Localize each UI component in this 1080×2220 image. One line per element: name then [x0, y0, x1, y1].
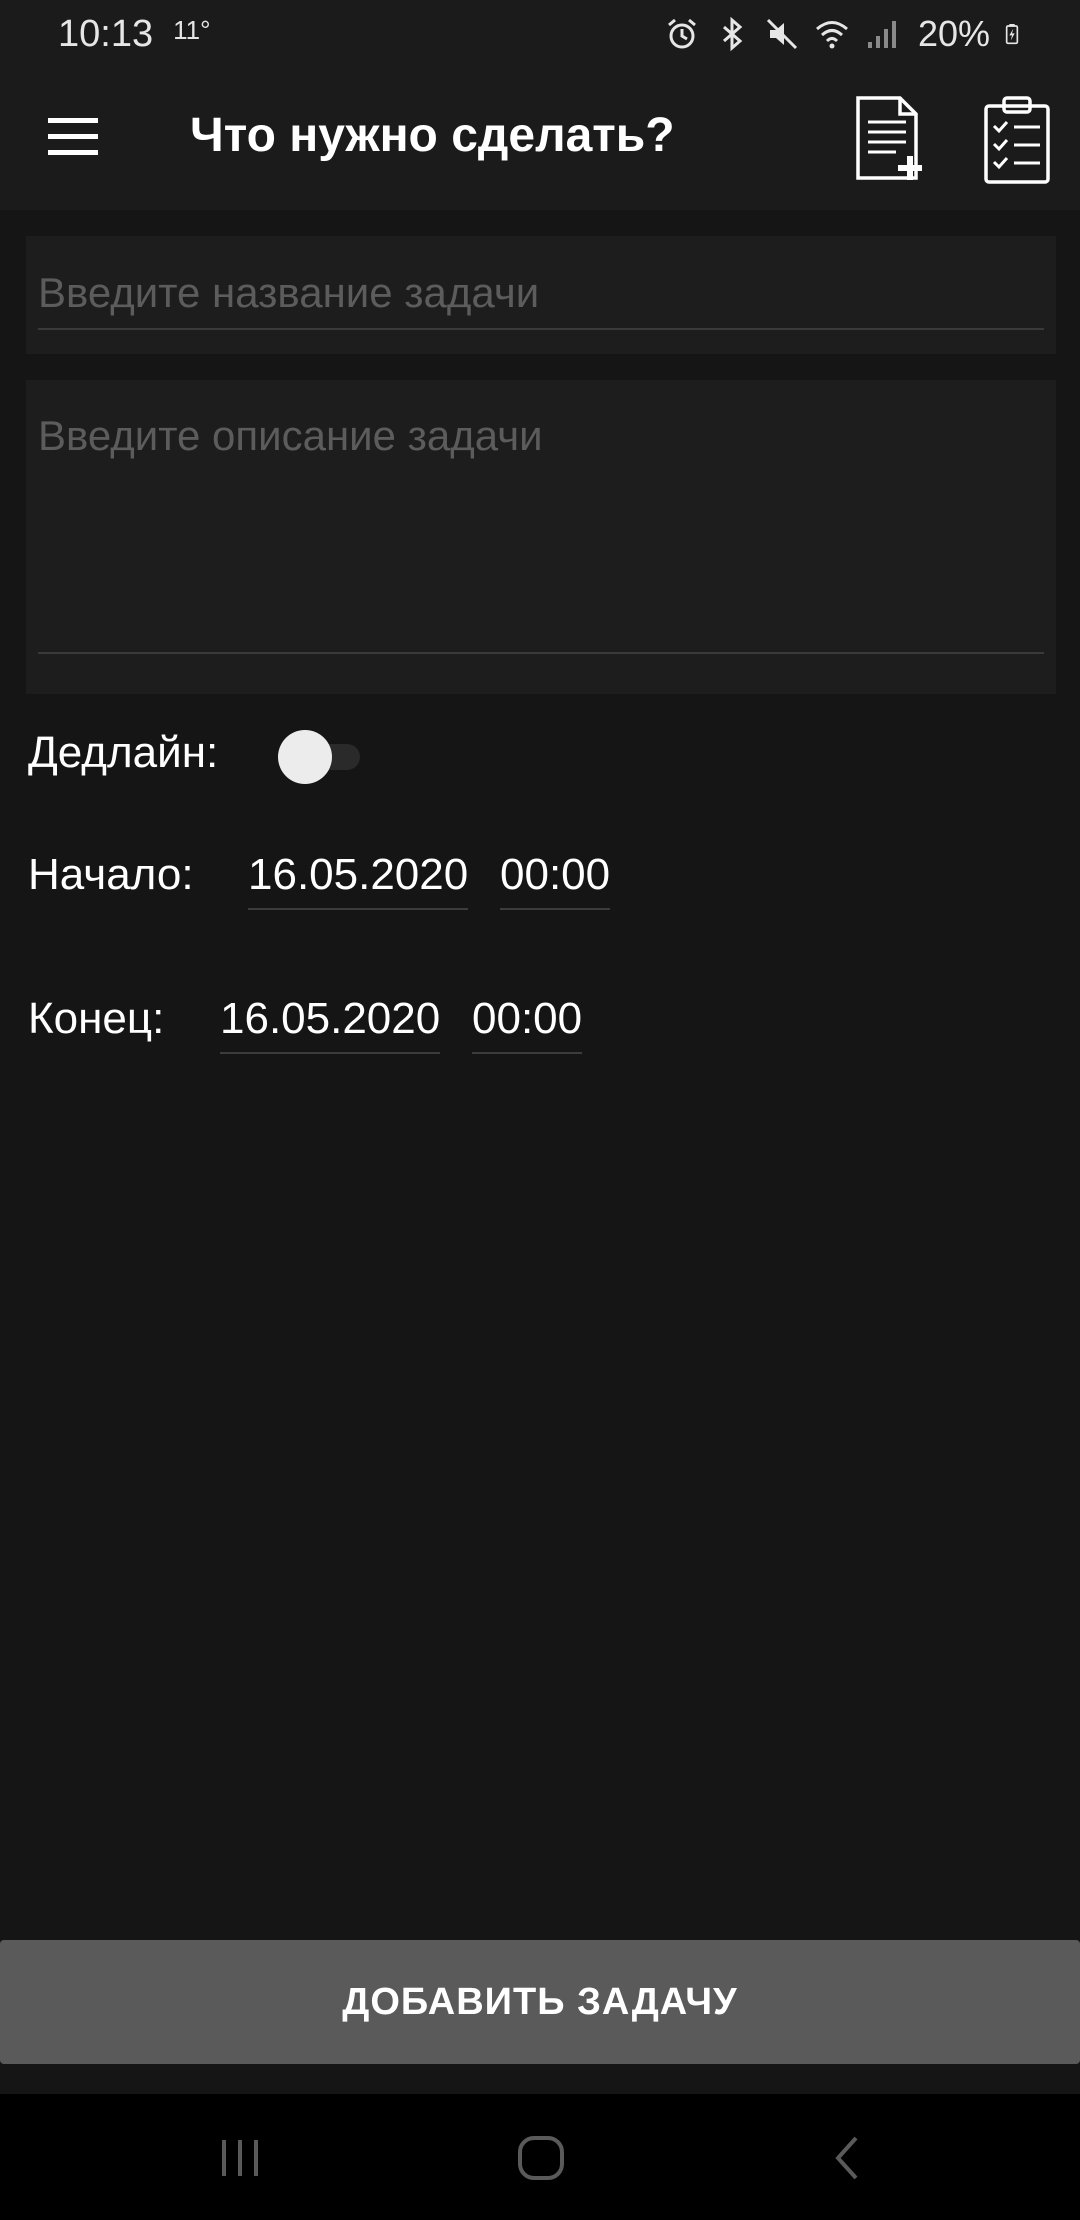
signal-icon	[867, 21, 896, 48]
status-icons: 20%	[664, 13, 1028, 55]
start-time-field[interactable]: 00:00	[500, 850, 611, 910]
back-icon[interactable]	[818, 2130, 878, 2186]
new-document-icon[interactable]	[850, 92, 930, 188]
app-bar: Что нужно сделать?	[0, 68, 1080, 210]
status-time: 10:13	[58, 12, 154, 55]
task-title-container	[26, 236, 1056, 354]
wifi-icon	[815, 21, 848, 49]
toggle-thumb	[278, 730, 332, 784]
deadline-toggle[interactable]	[278, 728, 362, 784]
add-task-button[interactable]: ДОБАВИТЬ ЗАДАЧУ	[0, 1940, 1080, 2064]
task-title-input[interactable]	[38, 258, 1044, 330]
start-label: Начало:	[28, 850, 194, 899]
battery-percent: 20%	[917, 13, 990, 54]
bluetooth-icon	[722, 16, 743, 52]
deadline-label: Дедлайн:	[28, 728, 219, 777]
battery-charging-icon	[1005, 24, 1019, 45]
status-temperature: 11°	[173, 14, 211, 45]
status-bar: 10:13 11° 20%	[0, 0, 1080, 68]
page-title: Что нужно сделать?	[190, 109, 675, 162]
end-date-field[interactable]: 16.05.2020	[220, 994, 441, 1054]
task-description-container	[26, 380, 1056, 694]
task-description-input[interactable]	[38, 410, 1044, 654]
start-date-field[interactable]: 16.05.2020	[248, 850, 469, 910]
navigation-bar	[0, 2094, 1080, 2220]
end-time-field[interactable]: 00:00	[472, 994, 583, 1054]
hamburger-menu-icon[interactable]	[44, 112, 104, 162]
checklist-icon[interactable]	[978, 92, 1058, 188]
home-icon[interactable]	[512, 2130, 572, 2186]
alarm-icon	[667, 18, 696, 49]
recent-apps-icon[interactable]	[212, 2130, 272, 2186]
end-label: Конец:	[28, 994, 165, 1043]
mute-icon	[766, 18, 797, 50]
